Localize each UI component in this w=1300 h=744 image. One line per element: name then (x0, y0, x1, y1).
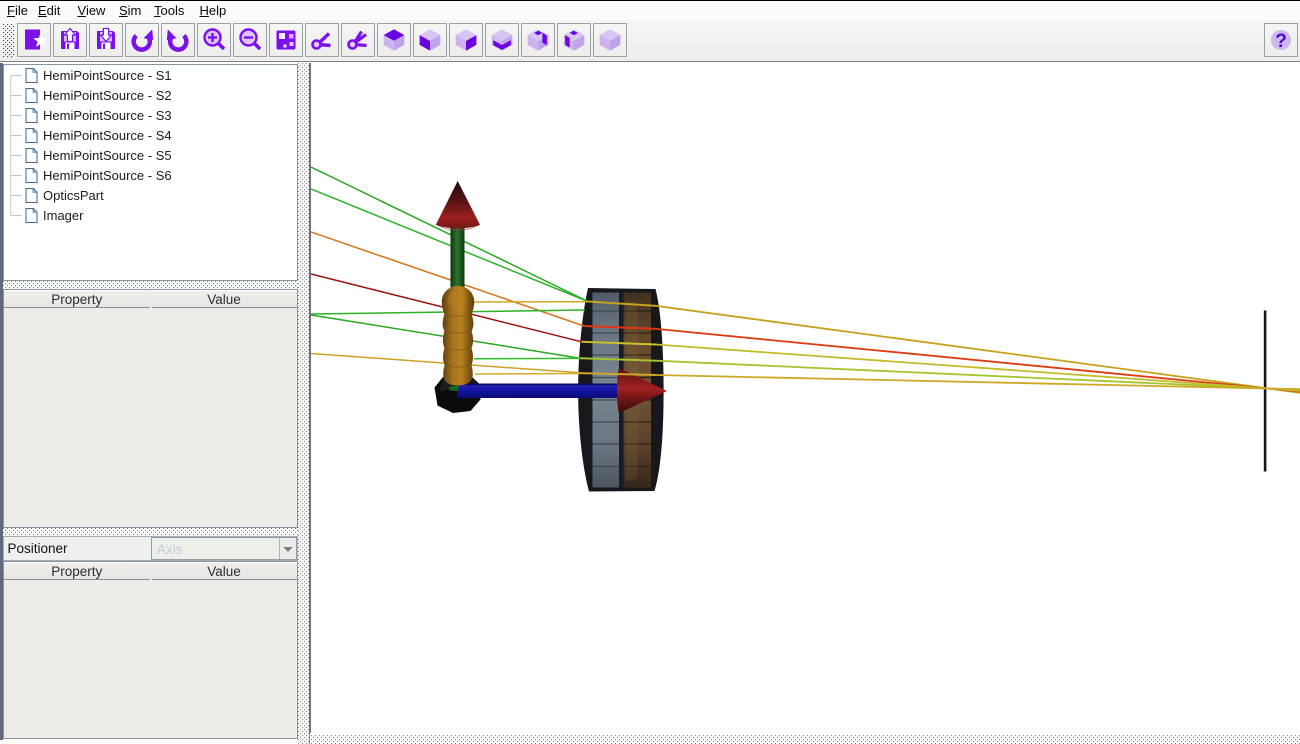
svg-text:?: ? (1275, 31, 1287, 52)
